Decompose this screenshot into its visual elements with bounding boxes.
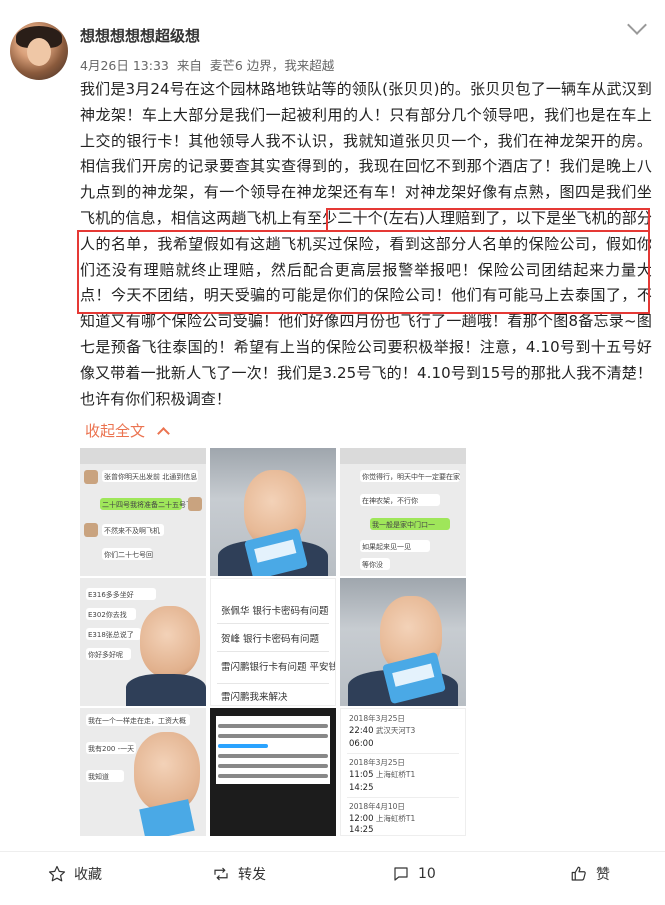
chat-text: 我有200 -一天 <box>88 745 135 753</box>
star-icon <box>48 865 66 882</box>
trip-time: 14:25 <box>349 783 374 793</box>
chat-text: E316多多坐好 <box>88 591 134 599</box>
like-button[interactable]: 赞 <box>570 852 610 896</box>
image-chat-2[interactable]: 你觉得行，明天中午一定要在家 在神农架，不行你 我一般是家中门口一 如果起来见一… <box>340 448 466 576</box>
memo-divider <box>217 651 329 652</box>
favorite-label: 收藏 <box>74 867 102 883</box>
collapse-label: 收起全文 <box>85 422 146 440</box>
image-chat-4[interactable]: 我在一个一样走在走，工资大概 我有200 -一天 我知道 <box>80 708 206 836</box>
chat-avatar <box>84 470 98 484</box>
chevron-down-icon[interactable] <box>627 15 647 35</box>
trip-time: 06:00 <box>349 739 374 749</box>
chat-text: 我在一个一样走在走，工资大概 <box>88 717 186 725</box>
memo-divider <box>217 623 329 624</box>
trip-departure: 22:40 武汉天河T3 <box>349 725 459 736</box>
post-date: 4月26日 13:33 <box>80 58 169 73</box>
image-dark-screenshot[interactable] <box>210 708 336 836</box>
trip-departure: 11:05 上海虹桥T1 <box>349 769 459 780</box>
action-bar: 收藏 转发 10 赞 <box>0 851 665 898</box>
image-selfie-2[interactable] <box>340 578 466 706</box>
username[interactable]: 想想想想想超级想 <box>80 25 200 46</box>
trip-arrival: 06:00 <box>349 739 459 749</box>
chat-text: 你觉得行，明天中午一定要在家 <box>362 473 460 481</box>
trip-divider <box>347 797 459 798</box>
favorite-button[interactable]: 收藏 <box>48 852 102 896</box>
chat-text: 二十四号我将准备二十五号飞 <box>102 501 193 509</box>
trip-departure: 12:00 上海虹桥T1 <box>349 813 459 824</box>
trip-date: 2018年3月25日 <box>349 714 405 723</box>
text-line <box>218 764 328 768</box>
trip-arrival: 14:25 <box>349 783 459 793</box>
like-label: 赞 <box>596 867 610 883</box>
memo-line: 雷闪鹏银行卡有问题 平安钱打不进来 <box>221 662 336 673</box>
chat-text: 我一般是家中门口一 <box>372 521 435 529</box>
image-chat-1[interactable]: 张曾你明天出发前 北通到信息 二十四号我将准备二十五号飞 不然来不及啊飞机 你们… <box>80 448 206 576</box>
chat-text: E318张总说了 <box>88 631 134 639</box>
face <box>134 732 200 812</box>
text-line <box>218 774 328 778</box>
chat-text: 如果起来见一见 <box>362 543 411 551</box>
avatar-face <box>27 38 51 66</box>
image-selfie-1[interactable] <box>210 448 336 576</box>
thumbs-up-icon <box>571 866 586 881</box>
user-avatar[interactable] <box>10 22 68 80</box>
chat-text: 你好多好呢 <box>88 651 123 659</box>
comment-icon <box>394 867 408 881</box>
chat-text: 等你没 <box>362 561 383 569</box>
chat-header <box>80 448 206 464</box>
chat-avatar <box>84 523 98 537</box>
trip-time: 22:40 <box>349 726 374 736</box>
comment-button[interactable]: 10 <box>392 852 436 896</box>
trip-arrival: 14:25 <box>349 825 459 835</box>
trip-time: 11:05 <box>349 770 374 780</box>
memo-line: 贺峰 银行卡密码有问题 <box>221 634 320 645</box>
shirt <box>126 674 206 706</box>
chat-header <box>340 448 466 464</box>
collapse-button[interactable]: 收起全文 <box>85 420 170 441</box>
chat-text: 张曾你明天出发前 北通到信息 <box>104 473 198 481</box>
memo-line: 雷闪鹏我来解决 <box>221 692 288 703</box>
post-text: 我们是3月24号在这个园林路地铁站等的领队(张贝贝)的。张贝贝包了一辆车从武汉到… <box>80 80 652 408</box>
post-meta: 4月26日 13:33 来自 麦芒6 边界，我来超越 <box>80 55 338 74</box>
text-line <box>218 754 328 758</box>
trip-location: 上海虹桥T1 <box>375 814 416 823</box>
trip-divider <box>347 753 459 754</box>
face <box>140 606 200 678</box>
chat-text: E302你去找 <box>88 611 127 619</box>
post-source[interactable]: 麦芒6 边界，我来超越 <box>210 58 334 73</box>
chat-text: 我知道 <box>88 773 109 781</box>
image-chat-3[interactable]: E316多多坐好 E302你去找 E318张总说了 你好多好呢 <box>80 578 206 706</box>
text-line <box>218 744 268 748</box>
repost-icon <box>214 867 228 881</box>
trip-date: 2018年4月10日 <box>349 802 405 811</box>
memo-divider <box>217 683 329 684</box>
trip-location: 上海虹桥T1 <box>375 770 416 779</box>
chat-avatar <box>188 497 202 511</box>
trip-time: 14:25 <box>349 825 374 835</box>
memo-line: 张佩华 银行卡密码有问题 <box>221 606 329 617</box>
trip-date: 2018年3月25日 <box>349 758 405 767</box>
text-line <box>218 734 328 738</box>
trip-location: 武汉天河T3 <box>375 726 416 735</box>
chat-text: 你们二十七号回 <box>104 551 153 559</box>
chat-text: 在神农架，不行你 <box>362 497 418 505</box>
text-line <box>218 724 328 728</box>
post-source-prefix: 来自 <box>176 58 202 73</box>
comment-count: 10 <box>418 866 436 882</box>
repost-label: 转发 <box>238 867 266 883</box>
chat-text: 不然来不及啊飞机 <box>104 527 160 535</box>
image-memo[interactable]: 张佩华 银行卡密码有问题 贺峰 银行卡密码有问题 雷闪鹏银行卡有问题 平安钱打不… <box>210 578 336 706</box>
chevron-up-icon <box>157 427 170 440</box>
image-flight-records[interactable]: 2018年3月25日 22:40 武汉天河T3 06:00 2018年3月25日… <box>340 708 466 836</box>
trip-time: 12:00 <box>349 814 374 824</box>
repost-button[interactable]: 转发 <box>212 852 266 896</box>
